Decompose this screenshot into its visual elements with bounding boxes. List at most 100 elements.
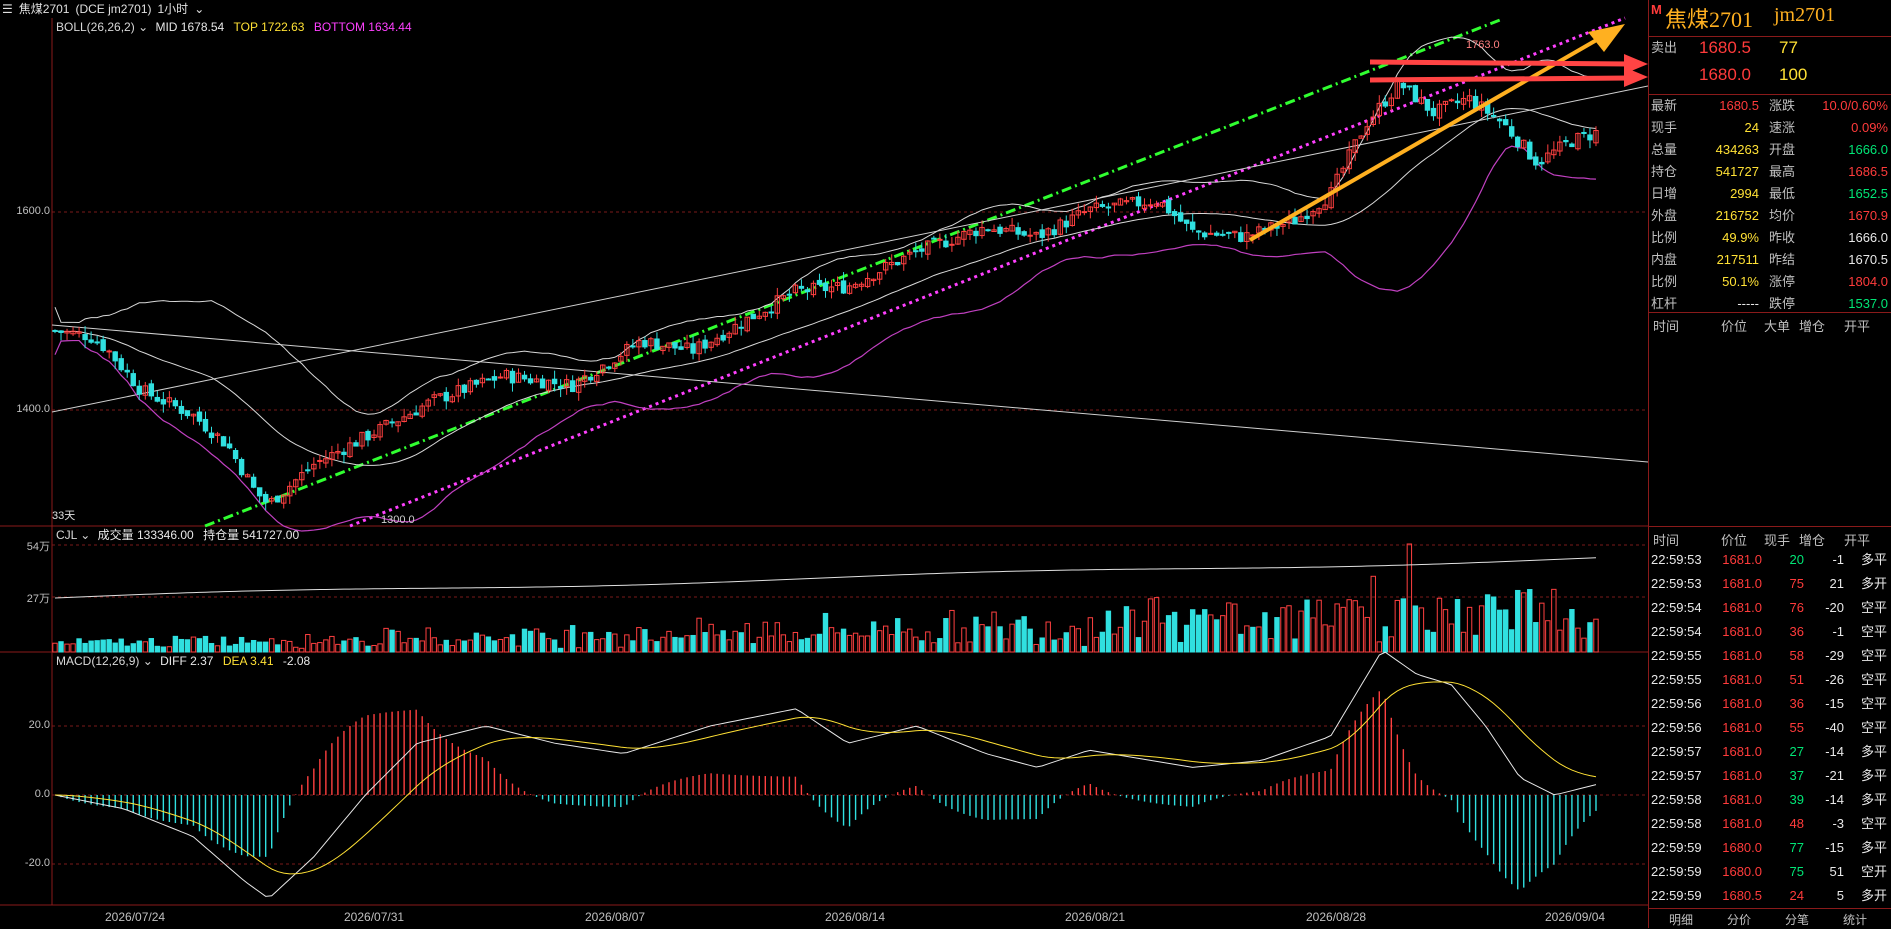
candle-body [1490, 114, 1497, 117]
volume-bar [612, 633, 618, 653]
tick-row[interactable]: 22:59:56 1681.0 36 -15 空平 [1649, 692, 1891, 716]
quote-label: 最高 [1769, 164, 1796, 179]
volume-bar [244, 642, 251, 653]
tick-row[interactable]: 22:59:53 1681.0 20 -1 多平 [1649, 548, 1891, 572]
candle-body [1105, 206, 1112, 209]
volume-bar [816, 633, 823, 653]
quote-row: 总量 434263 开盘 1666.0 [1649, 139, 1891, 161]
volume-bar [1400, 598, 1407, 653]
volume-bar [690, 634, 696, 653]
tick-row[interactable]: 22:59:56 1681.0 55 -40 空平 [1649, 716, 1891, 740]
m-badge-icon: M [1651, 2, 1662, 17]
volume-bar [317, 642, 323, 653]
candle-body [1099, 204, 1106, 207]
candle-body [461, 384, 468, 393]
chevron-down-icon[interactable]: ⌄ [143, 654, 153, 668]
symbol-name[interactable]: 焦煤2701 [19, 2, 70, 16]
volume-bar [1304, 599, 1310, 653]
tick-row[interactable]: 22:59:57 1681.0 27 -14 多平 [1649, 740, 1891, 764]
tick-t: 22:59:59 [1651, 888, 1702, 903]
tick-row[interactable]: 22:59:59 1680.5 24 5 多开 [1649, 884, 1891, 908]
volume-bar [1472, 634, 1479, 653]
candle-body [1189, 221, 1196, 230]
volume-bar [708, 623, 714, 653]
tick-row[interactable]: 22:59:54 1681.0 76 -20 空平 [1649, 596, 1891, 620]
volume-name[interactable]: CJL [56, 528, 77, 542]
quote-label: 外盘 [1651, 208, 1678, 223]
tab-tick[interactable]: 分笔 [1785, 911, 1809, 928]
candle-body [1527, 141, 1533, 160]
bid-row[interactable]: 1680.0 100 [1649, 64, 1891, 86]
volume-bar [961, 627, 967, 653]
chart-toolbar: ☰ 焦煤2701 (DCE jm2701) 1小时 ⌄ [0, 0, 1648, 18]
volume-bar [858, 635, 865, 653]
menu-icon[interactable]: ☰ [2, 2, 13, 16]
candle-body [1581, 131, 1587, 134]
candle-body [768, 311, 775, 314]
column-header: 开平 [1844, 319, 1871, 334]
tick-o: 空平 [1860, 648, 1887, 663]
tab-price[interactable]: 分价 [1727, 911, 1751, 928]
tick-row[interactable]: 22:59:53 1681.0 75 21 多开 [1649, 572, 1891, 596]
volume-bar [762, 621, 768, 653]
volume-bar [919, 640, 925, 653]
chevron-down-icon[interactable]: ⌄ [80, 528, 90, 542]
tab-detail[interactable]: 明细 [1669, 911, 1693, 928]
volume-bar [738, 632, 744, 653]
tick-row[interactable]: 22:59:55 1681.0 58 -29 空平 [1649, 644, 1891, 668]
kline-chart[interactable] [0, 0, 1648, 928]
candle-body [606, 366, 612, 369]
volume-bar [509, 634, 516, 653]
tick-row[interactable]: 22:59:59 1680.0 75 51 空开 [1649, 860, 1891, 884]
volume-bar [1358, 606, 1364, 653]
candle-body [642, 340, 648, 348]
candle-body [88, 339, 94, 343]
quote-row: 现手 24 速涨 0.09% [1649, 117, 1891, 139]
tick-row[interactable]: 22:59:58 1681.0 48 -3 空平 [1649, 812, 1891, 836]
quote-value: 1804.0 [1848, 274, 1888, 289]
volume-bar [955, 642, 961, 653]
period-select[interactable]: 1小时 [158, 2, 189, 16]
tick-row[interactable]: 22:59:59 1680.0 77 -15 多平 [1649, 836, 1891, 860]
volume-bar [810, 634, 817, 653]
macd-name[interactable]: MACD(12,26,9) [56, 654, 139, 668]
tick-row[interactable]: 22:59:54 1681.0 36 -1 空平 [1649, 620, 1891, 644]
volume-bar [533, 628, 540, 653]
volume-bar [714, 634, 720, 653]
volume-bar [1569, 609, 1575, 653]
tick-list[interactable]: 22:59:53 1681.0 20 -1 多平 22:59:53 1681.0 75 21 多开… [1649, 548, 1891, 908]
volume-bar [1484, 594, 1491, 653]
chevron-down-icon[interactable]: ⌄ [194, 2, 204, 16]
ask-row[interactable]: 卖出 1680.5 77 [1649, 36, 1891, 59]
candle-body [816, 279, 823, 285]
chevron-down-icon[interactable]: ⌄ [138, 20, 148, 34]
quote-label: 现手 [1651, 120, 1678, 135]
tick-p: 1681.0 [1722, 744, 1762, 759]
tab-stats[interactable]: 统计 [1843, 911, 1867, 928]
quote-row: 比例 50.1% 涨停 1804.0 [1649, 271, 1891, 293]
tick-row[interactable]: 22:59:55 1681.0 51 -26 空平 [1649, 668, 1891, 692]
boll-name[interactable]: BOLL(26,26,2) [56, 20, 135, 34]
volume-bar [275, 644, 281, 653]
red-arrow-head [1624, 67, 1648, 87]
volume-bar [569, 625, 576, 653]
tick-row[interactable]: 22:59:58 1681.0 39 -14 多平 [1649, 788, 1891, 812]
tick-o: 多开 [1860, 576, 1887, 591]
oi-value: 持仓量 541727.00 [203, 528, 300, 542]
tick-p: 1681.0 [1722, 552, 1762, 567]
volume-bar [437, 644, 443, 653]
candle-body [919, 248, 925, 252]
chart-area[interactable]: ☰ 焦煤2701 (DCE jm2701) 1小时 ⌄ BOLL(26,26,2) ⌄ … [0, 0, 1648, 928]
volume-bar [1509, 629, 1515, 653]
quote-panel: M 焦煤2701 jm2701 卖出 1680.5 77 1680.0 100 … [1648, 0, 1891, 928]
tick-p: 1680.0 [1722, 864, 1762, 879]
candle-body [1533, 156, 1539, 166]
magenta-channel-line [349, 16, 1626, 528]
volume-bar [648, 639, 654, 653]
candle-body [822, 282, 829, 292]
diff-line [54, 651, 1597, 897]
candle-body [1412, 85, 1419, 103]
candle-body [539, 378, 546, 389]
quote-label: 昨收 [1769, 230, 1796, 245]
tick-row[interactable]: 22:59:57 1681.0 37 -21 多平 [1649, 764, 1891, 788]
